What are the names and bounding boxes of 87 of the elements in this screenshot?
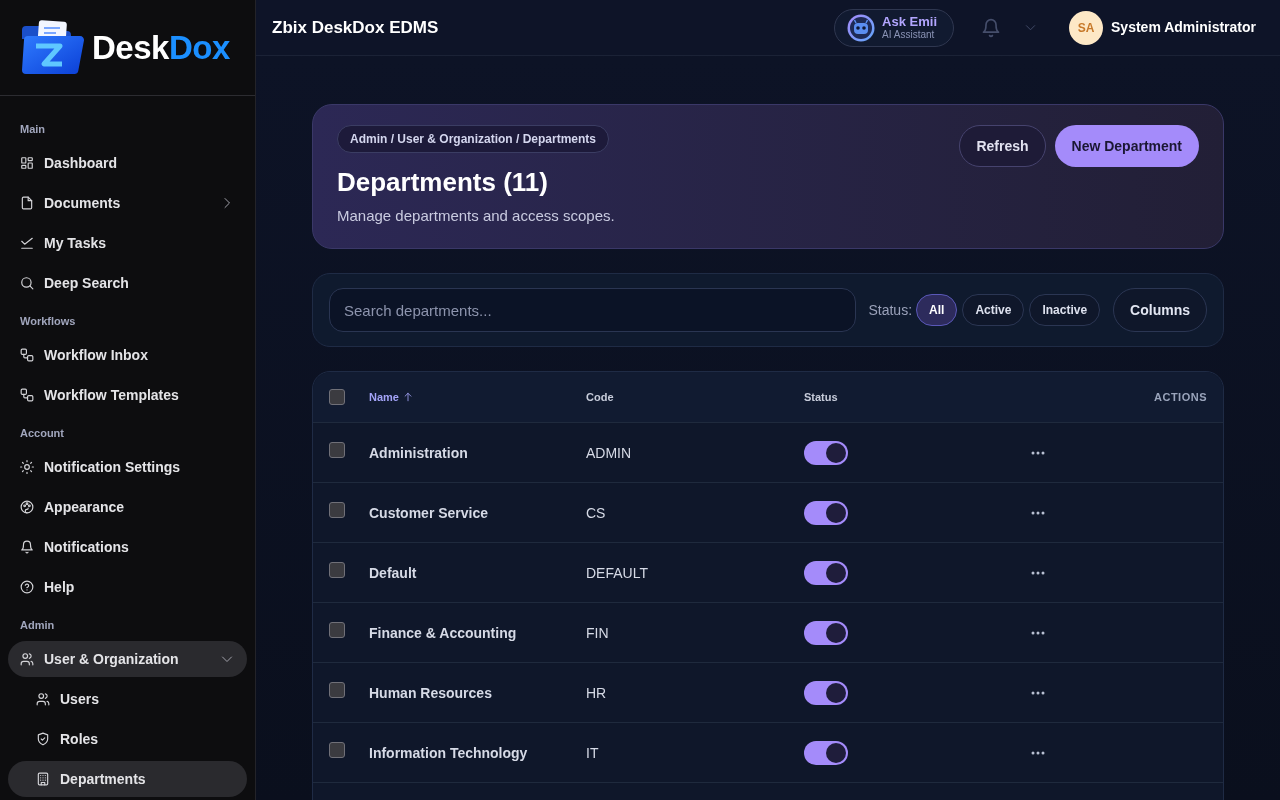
more-icon[interactable] — [1031, 750, 1045, 755]
department-code: HR — [586, 684, 607, 701]
status-toggle[interactable] — [804, 500, 848, 525]
status-label: Status: — [868, 300, 913, 320]
search-icon — [20, 276, 34, 290]
more-icon[interactable] — [1031, 510, 1045, 515]
users-icon — [20, 652, 34, 666]
column-header[interactable]: Name — [369, 388, 413, 406]
more-icon[interactable] — [1031, 690, 1045, 695]
sidebar-item[interactable]: Documents — [8, 185, 247, 221]
section-label: Admin — [20, 618, 55, 633]
breadcrumb: Admin / User & Organization / Departments — [337, 125, 610, 153]
bell-icon — [20, 540, 34, 554]
sidebar-item[interactable]: Workflow Templates — [8, 377, 247, 413]
department-name: Default — [369, 564, 417, 581]
user-name: System Administrator — [1111, 18, 1256, 37]
sidebar-item[interactable]: Workflow Inbox — [8, 337, 247, 373]
sidebar-item[interactable]: Notification Settings — [8, 449, 247, 485]
more-icon[interactable] — [1031, 450, 1045, 455]
page-title: Departments (11) — [337, 166, 548, 198]
department-code: ADMIN — [586, 444, 632, 461]
chevron-right-icon — [221, 197, 233, 209]
folder-logo-icon — [20, 19, 84, 76]
assistant-button[interactable]: Ask Emii AI Assistant — [834, 8, 955, 47]
sidebar-item[interactable]: Appearance — [8, 489, 247, 525]
section-label: Workflows — [20, 314, 76, 329]
department-name: Human Resources — [369, 684, 492, 701]
department-name: Finance & Accounting — [369, 624, 517, 641]
sidebar-item[interactable]: Departments — [8, 761, 247, 797]
section-label: Account — [20, 426, 64, 441]
checkbox[interactable] — [329, 389, 345, 405]
check-line-icon — [20, 236, 34, 250]
checkbox[interactable] — [329, 561, 345, 578]
sidebar-item[interactable]: Notifications — [8, 529, 247, 565]
sidebar-item[interactable]: Users — [8, 681, 247, 717]
status-filter-chip[interactable]: Active — [962, 294, 1025, 326]
sidebar-item[interactable]: Deep Search — [8, 265, 247, 301]
logo-text: DeskDox — [92, 31, 230, 64]
shield-check-icon — [36, 732, 50, 746]
checkbox[interactable] — [329, 681, 345, 698]
file-icon — [20, 196, 34, 210]
status-toggle[interactable] — [804, 560, 848, 585]
department-code: FIN — [586, 624, 609, 641]
sidebar-item[interactable]: Help — [8, 569, 247, 605]
department-name: Customer Service — [369, 504, 489, 521]
workflow-icon — [20, 388, 34, 402]
sun-icon — [20, 460, 34, 474]
department-code: IT — [586, 744, 599, 761]
more-icon[interactable] — [1031, 630, 1045, 635]
department-name: Information Technology — [369, 744, 528, 761]
search-field[interactable]: Search departments... — [329, 288, 857, 332]
users-icon — [36, 692, 50, 706]
status-filter-chip[interactable]: Inactive — [1029, 294, 1101, 326]
palette-icon — [20, 500, 34, 514]
new-button[interactable]: New Department — [1054, 125, 1199, 167]
sidebar-item[interactable]: My Tasks — [8, 225, 247, 261]
sidebar-item[interactable]: User & Organization — [8, 641, 247, 677]
chevron-down-icon — [221, 653, 233, 665]
help-icon — [20, 580, 34, 594]
department-name: Administration — [369, 444, 468, 461]
checkbox[interactable] — [329, 621, 345, 638]
more-icon[interactable] — [1031, 570, 1045, 575]
section-label: Main — [20, 122, 46, 137]
column-header[interactable]: Code — [586, 388, 614, 406]
app-title: Zbix DeskDox EDMS — [272, 16, 439, 39]
sidebar-item[interactable]: Roles — [8, 721, 247, 757]
status-filter-chip[interactable]: All — [916, 294, 958, 326]
layout-grid-icon — [20, 156, 34, 170]
checkbox[interactable] — [329, 501, 345, 518]
department-code: DEFAULT — [586, 564, 648, 581]
status-toggle[interactable] — [804, 620, 848, 645]
department-code: CS — [586, 504, 606, 521]
workflow-icon — [20, 348, 34, 362]
checkbox[interactable] — [329, 441, 345, 458]
column-header: ACTIONS — [1154, 389, 1207, 405]
status-toggle[interactable] — [804, 740, 848, 765]
status-toggle[interactable] — [804, 440, 848, 465]
arrow-up-icon — [402, 392, 413, 402]
column-header[interactable]: Status — [804, 388, 838, 406]
status-toggle[interactable] — [804, 680, 848, 705]
refresh-button[interactable]: Refresh — [959, 125, 1046, 167]
columns-button[interactable]: Columns — [1113, 288, 1207, 332]
building-icon — [36, 772, 50, 786]
page-subtitle: Manage departments and access scopes. — [337, 206, 615, 226]
checkbox[interactable] — [329, 741, 345, 758]
robot-avatar-icon — [847, 13, 876, 42]
sidebar-item[interactable]: Dashboard — [8, 145, 247, 181]
